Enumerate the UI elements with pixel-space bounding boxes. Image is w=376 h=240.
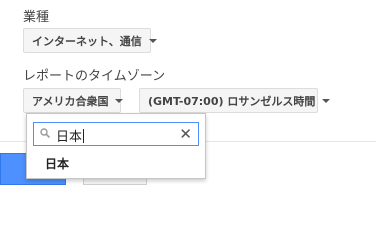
- country-dropdown-panel: 日本 ✕ 日本: [26, 113, 206, 179]
- industry-label: 業種: [23, 10, 50, 25]
- magnifier-icon: [40, 128, 50, 138]
- country-search-text: 日本: [56, 129, 85, 145]
- industry-select[interactable]: インターネット、通信: [23, 28, 157, 53]
- country-selected-value: アメリカ合衆国: [32, 94, 109, 108]
- caret-down-icon: [115, 98, 124, 103]
- close-icon[interactable]: ✕: [179, 125, 192, 143]
- caret-down-icon: [148, 38, 157, 43]
- report-timezone-label: レポートのタイムゾーン: [23, 69, 166, 84]
- timezone-selected-value: (GMT-07:00) ロサンゼルス時間: [148, 94, 316, 108]
- industry-selected-value: インターネット、通信: [32, 34, 142, 48]
- list-item[interactable]: 日本: [45, 155, 69, 172]
- country-select[interactable]: アメリカ合衆国: [23, 88, 124, 113]
- timezone-select[interactable]: (GMT-07:00) ロサンゼルス時間: [139, 88, 331, 113]
- caret-down-icon: [322, 98, 331, 103]
- country-search-input[interactable]: 日本 ✕: [33, 122, 199, 146]
